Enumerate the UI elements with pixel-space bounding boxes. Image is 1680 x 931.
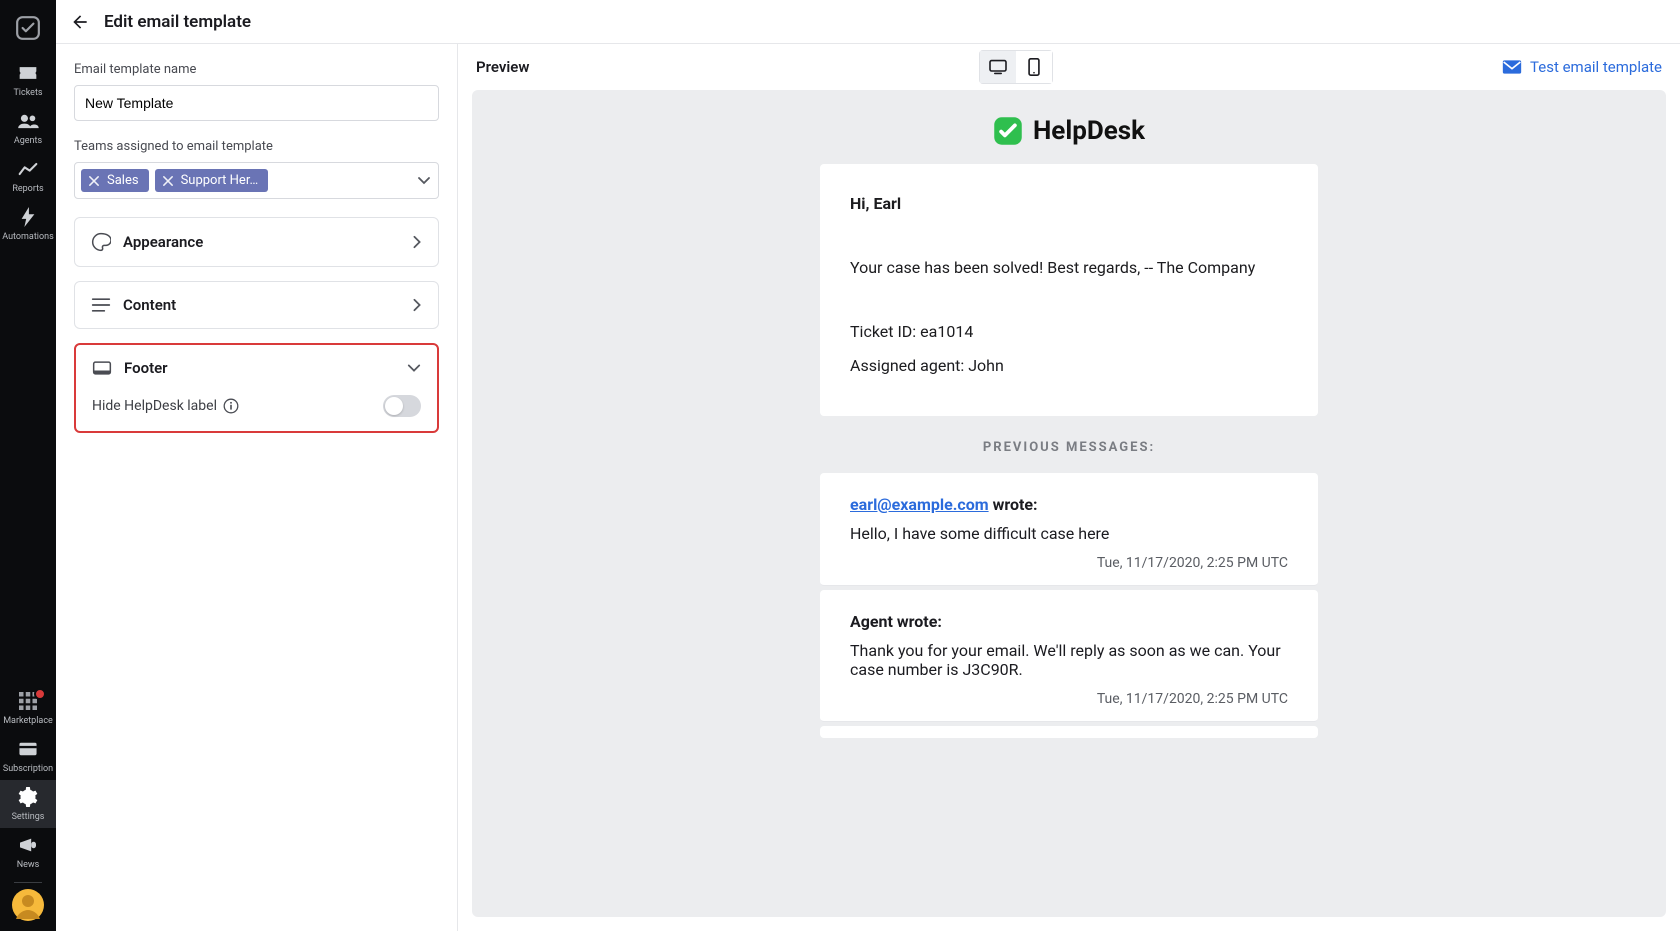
edit-form: Email template name Teams assigned to em… — [56, 44, 458, 931]
device-desktop-button[interactable] — [980, 51, 1016, 83]
page-title: Edit email template — [104, 12, 251, 32]
nav-tickets[interactable]: Tickets — [0, 56, 56, 104]
device-toggle — [979, 50, 1053, 84]
palette-icon — [91, 232, 111, 252]
chevron-right-icon — [412, 235, 422, 249]
nav-news-label: News — [17, 860, 40, 870]
template-name-label: Email template name — [74, 62, 439, 77]
footer-icon — [92, 360, 112, 376]
nav-settings[interactable]: Settings — [0, 780, 56, 828]
chevron-down-icon — [407, 363, 421, 373]
section-content-title: Content — [123, 296, 176, 314]
section-footer-title: Footer — [124, 359, 168, 377]
nav-tickets-label: Tickets — [13, 88, 42, 98]
nav-automations[interactable]: Automations — [0, 200, 56, 248]
agents-icon — [17, 110, 39, 132]
marketplace-badge — [34, 688, 46, 700]
message-from-email[interactable]: earl@example.com — [850, 495, 989, 514]
message-body: Hello, I have some difficult case here — [850, 524, 1288, 543]
ticket-icon — [17, 62, 39, 84]
teams-label: Teams assigned to email template — [74, 139, 439, 154]
section-footer-header[interactable]: Footer — [76, 345, 437, 391]
message-timestamp: Tue, 11/17/2020, 2:25 PM UTC — [850, 691, 1288, 707]
helpdesk-brand: HelpDesk — [820, 116, 1318, 146]
test-email-link[interactable]: Test email template — [1502, 58, 1662, 76]
nav-settings-label: Settings — [12, 812, 45, 822]
nav-reports[interactable]: Reports — [0, 152, 56, 200]
email-agent: Assigned agent: John — [850, 354, 1288, 378]
helpdesk-logo-icon — [993, 116, 1023, 146]
team-chip-support[interactable]: Support Her… — [155, 169, 269, 192]
mail-icon — [1502, 59, 1522, 75]
team-chip-sales[interactable]: Sales — [81, 169, 149, 192]
remove-chip-icon[interactable] — [87, 174, 101, 188]
back-button[interactable] — [68, 10, 92, 34]
chip-label: Support Her… — [181, 173, 259, 188]
preview-canvas: HelpDesk Hi, Earl Your case has been sol… — [472, 90, 1666, 917]
section-footer: Footer Hide HelpDesk label — [74, 343, 439, 433]
preview-title: Preview — [476, 58, 529, 76]
test-email-label: Test email template — [1530, 58, 1662, 76]
reports-icon — [17, 158, 39, 180]
message-timestamp: Tue, 11/17/2020, 2:25 PM UTC — [850, 555, 1288, 571]
message-wrote-label: wrote: — [989, 495, 1038, 514]
nav-news[interactable]: News — [0, 828, 56, 876]
caret-down-icon[interactable] — [418, 177, 430, 185]
user-avatar[interactable] — [12, 889, 44, 921]
nav-agents-label: Agents — [14, 136, 42, 146]
nav-automations-label: Automations — [2, 232, 53, 242]
chevron-right-icon — [412, 298, 422, 312]
bolt-icon — [17, 206, 39, 228]
previous-messages-label: PREVIOUS MESSAGES: — [820, 440, 1318, 455]
email-greeting: Hi, Earl — [850, 192, 1288, 216]
megaphone-icon — [17, 834, 39, 856]
email-preview-card: Hi, Earl Your case has been solved! Best… — [820, 164, 1318, 416]
info-icon[interactable] — [223, 398, 239, 414]
hide-label-toggle[interactable] — [383, 395, 421, 417]
app-sidebar: Tickets Agents Reports Automations Marke… — [0, 0, 56, 931]
card-icon — [17, 738, 39, 760]
nav-agents[interactable]: Agents — [0, 104, 56, 152]
hide-label-text: Hide HelpDesk label — [92, 398, 217, 414]
list-icon — [91, 297, 111, 313]
email-ticket-id: Ticket ID: ea1014 — [850, 320, 1288, 344]
topbar: Edit email template — [56, 0, 1680, 44]
section-appearance-title: Appearance — [123, 233, 203, 251]
app-logo-icon — [8, 8, 48, 48]
nav-reports-label: Reports — [12, 184, 43, 194]
section-appearance[interactable]: Appearance — [74, 217, 439, 267]
nav-subscription-label: Subscription — [3, 764, 53, 774]
device-mobile-button[interactable] — [1016, 51, 1052, 83]
gear-icon — [17, 786, 39, 808]
teams-multiselect[interactable]: Sales Support Her… — [74, 162, 439, 199]
email-body: Your case has been solved! Best regards,… — [850, 256, 1288, 280]
template-name-input[interactable] — [74, 85, 439, 121]
remove-chip-icon[interactable] — [161, 174, 175, 188]
message-card: Agent wrote: Thank you for your email. W… — [820, 590, 1318, 722]
nav-subscription[interactable]: Subscription — [0, 732, 56, 780]
nav-marketplace-label: Marketplace — [3, 716, 53, 726]
message-card: earl@example.com wrote: Hello, I have so… — [820, 473, 1318, 586]
sidebar-divider — [14, 882, 42, 883]
message-agent-header: Agent wrote: — [850, 612, 942, 631]
brand-name: HelpDesk — [1033, 116, 1145, 146]
message-body: Thank you for your email. We'll reply as… — [850, 641, 1288, 679]
nav-marketplace[interactable]: Marketplace — [0, 684, 56, 732]
chip-label: Sales — [107, 173, 139, 188]
section-content[interactable]: Content — [74, 281, 439, 329]
